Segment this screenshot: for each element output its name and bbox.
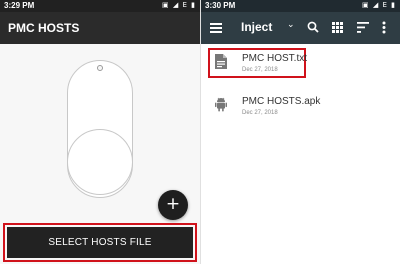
file-name: PMC HOSTS.apk <box>242 96 321 107</box>
tag-illustration <box>67 60 133 198</box>
file-date: Dec 27, 2018 <box>242 110 278 116</box>
menu-icon[interactable] <box>210 23 222 33</box>
select-hosts-file-button[interactable]: SELECT HOSTS FILE <box>7 227 193 258</box>
file-item[interactable]: PMC HOSTS.apk Dec 27, 2018 <box>201 89 400 127</box>
folder-title[interactable]: Inject <box>241 20 272 34</box>
status-time: 3:29 PM <box>4 1 35 10</box>
app-bar: PMC HOSTS <box>0 12 200 44</box>
file-date: Dec 27, 2018 <box>242 67 278 73</box>
toolbar: Inject ⌄ <box>201 12 400 44</box>
sort-icon[interactable] <box>357 22 369 33</box>
add-button[interactable]: + <box>158 190 188 220</box>
more-vert-icon[interactable] <box>382 21 386 34</box>
screenshot-composite: 3:29 PM ▣ ◢ E ▮ PMC HOSTS + SELECT HOSTS… <box>0 0 400 264</box>
file-item[interactable]: PMC HOST.txt Dec 27, 2018 <box>201 46 400 84</box>
status-icons: ▣ ◢ E ▮ <box>362 1 396 9</box>
grid-icon[interactable] <box>332 22 343 33</box>
android-icon <box>215 97 227 112</box>
status-bar: 3:30 PM ▣ ◢ E ▮ <box>201 0 400 12</box>
tag-circle <box>67 129 133 195</box>
pmc-hosts-screen: 3:29 PM ▣ ◢ E ▮ PMC HOSTS + SELECT HOSTS… <box>0 0 200 264</box>
file-picker-screen: 3:30 PM ▣ ◢ E ▮ Inject ⌄ PMC HOST.txt De… <box>201 0 400 264</box>
status-icons: ▣ ◢ E ▮ <box>162 1 196 9</box>
app-title: PMC HOSTS <box>8 21 80 35</box>
status-bar: 3:29 PM ▣ ◢ E ▮ <box>0 0 200 12</box>
chevron-down-icon[interactable]: ⌄ <box>287 20 295 30</box>
file-name: PMC HOST.txt <box>242 53 308 64</box>
tag-hole <box>97 65 103 71</box>
status-time: 3:30 PM <box>205 1 236 10</box>
search-icon[interactable] <box>307 21 319 33</box>
document-icon <box>215 54 227 69</box>
